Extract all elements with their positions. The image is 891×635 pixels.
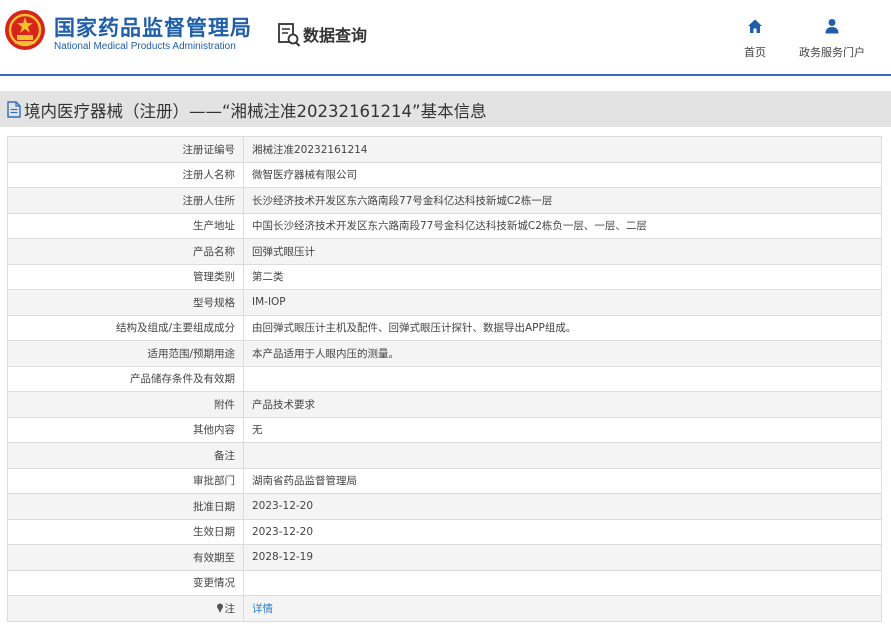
- table-row: 生效日期 2023-12-20: [7, 518, 882, 545]
- table-row: 管理类别 第二类: [7, 263, 882, 290]
- field-label: 结构及组成/主要组成成分: [7, 314, 244, 341]
- table-row: 产品储存条件及有效期: [7, 365, 882, 392]
- table-row: 审批部门 湖南省药品监督管理局: [7, 467, 882, 494]
- field-label: 产品名称: [7, 238, 244, 265]
- field-value: 由回弹式眼压计主机及配件、回弹式眼压计探针、数据导出APP组成。: [243, 314, 882, 341]
- field-value: 2028-12-19: [243, 544, 882, 571]
- field-value: 湖南省药品监督管理局: [243, 467, 882, 494]
- field-value: 回弹式眼压计: [243, 238, 882, 265]
- table-row: 适用范围/预期用途 本产品适用于人眼内压的测量。: [7, 340, 882, 367]
- field-label: 审批部门: [7, 467, 244, 494]
- page-title: 境内医疗器械（注册）——“湘械注准20232161214”基本信息: [24, 102, 487, 121]
- field-label: 型号规格: [7, 289, 244, 316]
- nav-home-label: 首页: [744, 46, 766, 59]
- nav-service-portal[interactable]: 政务服务门户: [796, 18, 868, 60]
- field-value: [243, 442, 882, 469]
- agency-name-cn[interactable]: 国家药品监督管理局: [54, 12, 252, 42]
- field-label: 生产地址: [7, 212, 244, 239]
- table-row: 附件 产品技术要求: [7, 391, 882, 418]
- note-key-cell: 注: [7, 595, 244, 622]
- registration-info-table: 注册证编号 湘械注准20232161214 注册人名称 微智医疗器械有限公司 注册人住所…: [7, 136, 882, 622]
- field-value: 本产品适用于人眼内压的测量。: [243, 340, 882, 367]
- field-value: IM-IOP: [243, 289, 882, 316]
- table-row: 注册人住所 长沙经济技术开发区东六路南段77号金科亿达科技新城C2栋一层: [7, 187, 882, 214]
- info-table-body: 注册证编号 湘械注准20232161214 注册人名称 微智医疗器械有限公司 注册人住所…: [7, 136, 882, 622]
- field-value: 产品技术要求: [243, 391, 882, 418]
- note-row: 注 详情: [7, 595, 882, 622]
- field-value: 无: [243, 416, 882, 443]
- table-row: 变更情况: [7, 569, 882, 596]
- table-row: 生产地址 中国长沙经济技术开发区东六路南段77号金科亿达科技新城C2栋负一层、一层…: [7, 212, 882, 239]
- nav-service-label: 政务服务门户: [799, 46, 865, 59]
- field-label: 适用范围/预期用途: [7, 340, 244, 367]
- field-value: 第二类: [243, 263, 882, 290]
- field-label: 有效期至: [7, 544, 244, 571]
- data-query-title[interactable]: 数据查询: [303, 22, 367, 46]
- field-label: 其他内容: [7, 416, 244, 443]
- header-divider: [0, 74, 891, 76]
- note-value-cell: 详情: [243, 595, 882, 622]
- table-row: 注册证编号 湘械注准20232161214: [7, 136, 882, 163]
- table-row: 有效期至 2028-12-19: [7, 544, 882, 571]
- note-key: 注: [224, 602, 236, 615]
- field-label: 注册人名称: [7, 161, 244, 188]
- field-value: 中国长沙经济技术开发区东六路南段77号金科亿达科技新城C2栋负一层、一层、二层: [243, 212, 882, 239]
- user-icon: [825, 19, 839, 34]
- field-label: 附件: [7, 391, 244, 418]
- field-value: 2023-12-20: [243, 493, 882, 520]
- field-label: 产品储存条件及有效期: [7, 365, 244, 392]
- field-value: [243, 569, 882, 596]
- field-value: 微智医疗器械有限公司: [243, 161, 882, 188]
- agency-name-en[interactable]: National Medical Products Administration: [54, 41, 236, 52]
- field-value: [243, 365, 882, 392]
- field-label: 生效日期: [7, 518, 244, 545]
- table-row: 其他内容无: [7, 416, 882, 443]
- table-row: 产品名称 回弹式眼压计: [7, 238, 882, 265]
- table-row: 型号规格 IM-IOP: [7, 289, 882, 316]
- field-label: 注册人住所: [7, 187, 244, 214]
- home-icon: [748, 19, 762, 33]
- table-row: 结构及组成/主要组成成分 由回弹式眼压计主机及配件、回弹式眼压计探针、数据导出AP…: [7, 314, 882, 341]
- field-value: 湘械注准20232161214: [243, 136, 882, 163]
- nav-home[interactable]: 首页: [735, 18, 775, 60]
- table-row: 批准日期 2023-12-20: [7, 493, 882, 520]
- document-icon: [7, 101, 21, 118]
- field-label: 变更情况: [7, 569, 244, 596]
- field-value: 2023-12-20: [243, 518, 882, 545]
- detail-link[interactable]: 详情: [252, 603, 273, 615]
- pin-icon: [216, 603, 223, 613]
- site-header: 国家药品监督管理局 National Medical Products Admi…: [0, 0, 891, 74]
- field-label: 注册证编号: [7, 136, 244, 163]
- table-row: 注册人名称 微智医疗器械有限公司: [7, 161, 882, 188]
- data-query-icon[interactable]: [277, 22, 301, 48]
- table-row: 备注: [7, 442, 882, 469]
- national-emblem-logo[interactable]: [4, 9, 46, 51]
- field-label: 备注: [7, 442, 244, 469]
- field-value: 长沙经济技术开发区东六路南段77号金科亿达科技新城C2栋一层: [243, 187, 882, 214]
- field-label: 管理类别: [7, 263, 244, 290]
- field-label: 批准日期: [7, 493, 244, 520]
